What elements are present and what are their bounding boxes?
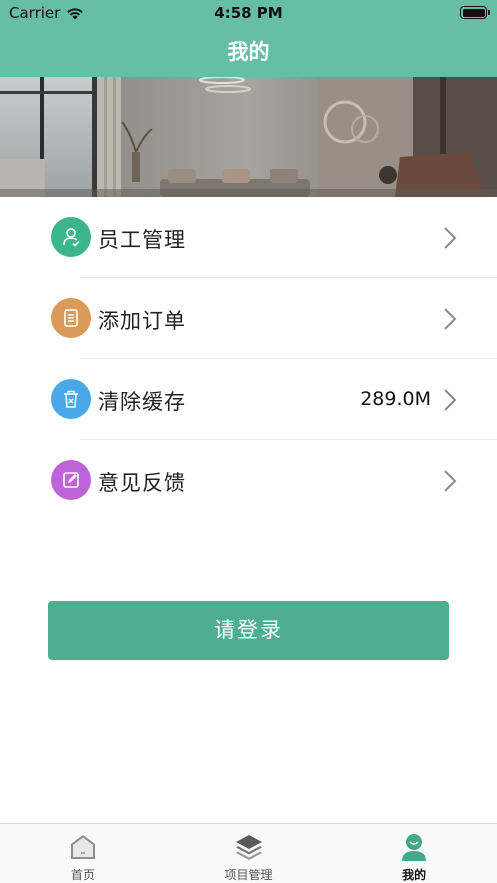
staff-check-glyph <box>63 228 80 247</box>
menu-item-staff-management[interactable]: 员工管理 <box>0 197 497 278</box>
chevron-right-icon <box>444 227 457 249</box>
edit-icon <box>51 460 91 500</box>
menu-label-add-order: 添加订单 <box>98 309 186 333</box>
settings-menu: 员工管理 添加订单 清除缓存 289.0M 意见反馈 <box>0 197 497 521</box>
status-bar: Carrier 4:58 PM <box>0 0 497 26</box>
menu-item-feedback[interactable]: 意见反馈 <box>0 440 497 521</box>
home-icon <box>70 835 95 859</box>
edit-glyph <box>63 472 79 488</box>
nav-bar: 我的 <box>0 26 497 77</box>
status-time: 4:58 PM <box>214 4 283 22</box>
trash-icon <box>51 379 91 419</box>
order-doc-glyph <box>64 309 78 327</box>
banner-photo <box>0 77 497 197</box>
chevron-right-icon <box>444 389 457 411</box>
tab-project-management[interactable]: 项目管理 <box>166 824 332 883</box>
tab-label-project: 项目管理 <box>224 868 273 882</box>
login-button[interactable]: 请登录 <box>48 601 449 660</box>
layers-icon <box>235 835 262 860</box>
profile-icon <box>402 834 427 861</box>
menu-label-clear-cache: 清除缓存 <box>98 390 186 414</box>
chevron-right-icon <box>444 470 457 492</box>
trash-glyph <box>64 390 78 408</box>
chevron-right-icon <box>444 308 457 330</box>
staff-check-icon <box>51 217 91 257</box>
battery-fill <box>462 8 485 17</box>
menu-item-clear-cache[interactable]: 清除缓存 289.0M <box>0 359 497 440</box>
tab-home[interactable]: 首页 <box>0 824 166 883</box>
menu-label-staff: 员工管理 <box>98 228 186 252</box>
page-title: 我的 <box>227 40 270 64</box>
menu-item-add-order[interactable]: 添加订单 <box>0 278 497 359</box>
tab-mine[interactable]: 我的 <box>331 824 497 883</box>
tab-bar: 首页 项目管理 我的 <box>0 823 497 883</box>
cache-size: 289.0M <box>360 388 431 410</box>
banner-image <box>0 77 497 197</box>
tab-label-mine: 我的 <box>402 868 427 882</box>
battery-icon <box>460 6 490 19</box>
battery-nub <box>488 10 490 15</box>
menu-label-feedback: 意见反馈 <box>98 471 186 495</box>
order-doc-icon <box>51 298 91 338</box>
tab-label-home: 首页 <box>70 868 95 882</box>
